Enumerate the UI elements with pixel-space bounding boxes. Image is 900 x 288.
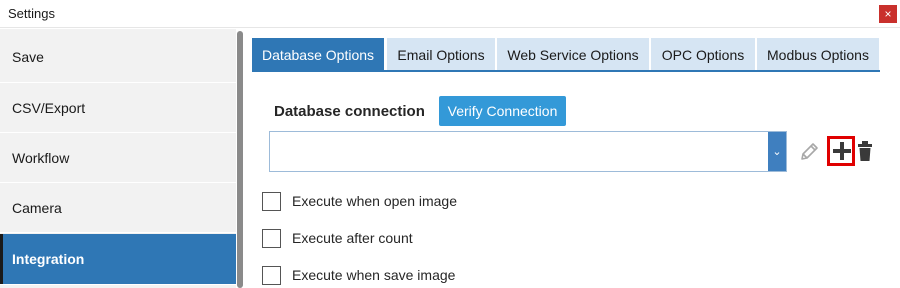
execute-when-save-image-checkbox[interactable] [262, 265, 281, 285]
close-button[interactable]: × [879, 5, 897, 23]
sidebar: Save CSV/Export Workflow Camera Integrat… [0, 29, 236, 288]
tab-modbus-options[interactable]: Modbus Options [757, 38, 880, 71]
tab-web-service-options[interactable]: Web Service Options [497, 38, 650, 71]
sidebar-item-workflow[interactable]: Workflow [0, 133, 236, 183]
tab-database-options[interactable]: Database Options [252, 38, 385, 71]
tab-opc-options[interactable]: OPC Options [651, 38, 756, 71]
sidebar-item-camera[interactable]: Camera [0, 183, 236, 233]
execute-when-open-image-checkbox[interactable] [262, 191, 281, 211]
trash-icon[interactable] [857, 140, 873, 162]
execute-after-count-label: Execute after count [292, 230, 413, 246]
execute-when-open-image-option[interactable]: Execute when open image [262, 190, 457, 212]
settings-window: Settings × Save CSV/Export Workflow Came… [0, 0, 900, 288]
execute-when-open-image-label: Execute when open image [292, 193, 457, 209]
window-title: Settings [8, 6, 55, 21]
tab-email-options[interactable]: Email Options [387, 38, 496, 71]
execute-when-save-image-label: Execute when save image [292, 267, 456, 283]
sidebar-item-csv-export[interactable]: CSV/Export [0, 83, 236, 133]
tab-underline [252, 70, 880, 72]
sidebar-item-integration[interactable]: Integration [0, 234, 236, 284]
integration-panel: Database Options Email Options Web Servi… [244, 29, 900, 288]
execute-when-save-image-option[interactable]: Execute when save image [262, 264, 455, 286]
plus-icon [833, 142, 851, 160]
title-bar: Settings × [0, 0, 900, 28]
sidebar-item-save[interactable]: Save [0, 32, 236, 82]
chevron-down-icon[interactable]: ⌄ [768, 132, 786, 171]
execute-after-count-option[interactable]: Execute after count [262, 227, 413, 249]
options-tab-bar: Database Options Email Options Web Servi… [252, 36, 900, 71]
verify-connection-button[interactable]: Verify Connection [439, 96, 566, 126]
execute-after-count-checkbox[interactable] [262, 228, 281, 248]
database-connection-select[interactable]: ⌄ [269, 131, 787, 172]
sidebar-scrollbar-thumb[interactable] [237, 31, 243, 288]
database-connection-label: Database connection [274, 103, 425, 120]
sidebar-divider [0, 284, 236, 285]
sidebar-divider [0, 232, 236, 233]
pencil-icon[interactable] [798, 141, 820, 163]
add-connection-button[interactable] [827, 136, 855, 166]
